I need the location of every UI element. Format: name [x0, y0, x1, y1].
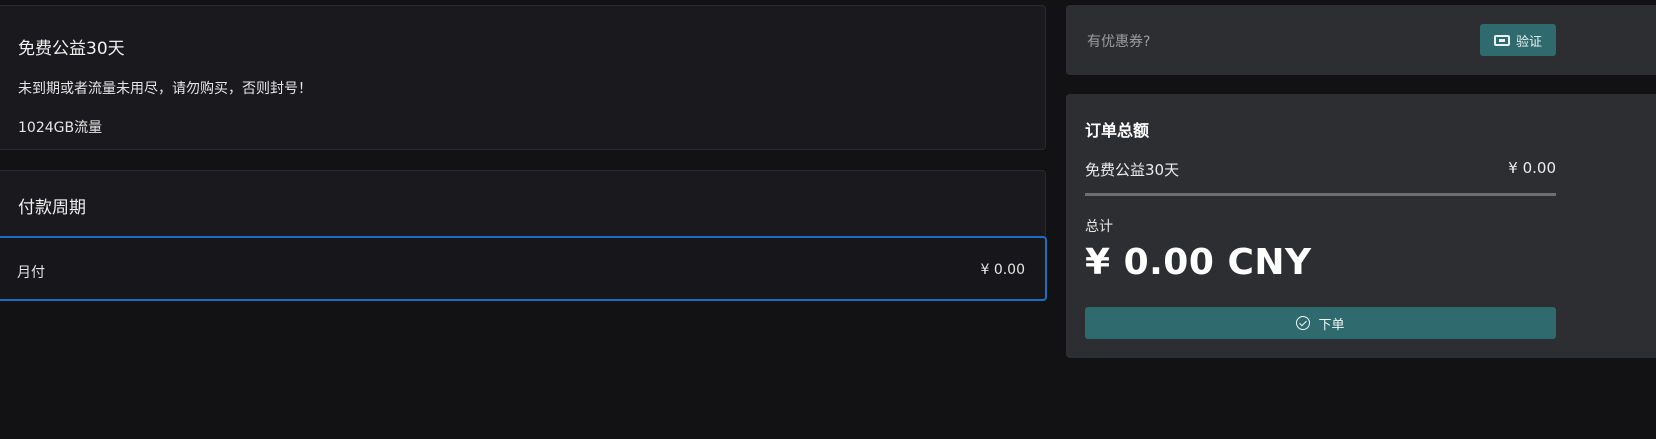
order-summary-title: 订单总额 [1085, 121, 1150, 140]
billing-period-title: 付款周期 [18, 198, 86, 218]
place-order-button[interactable]: 下单 [1085, 307, 1556, 339]
billing-option-price: ¥ 0.00 [980, 262, 1025, 278]
verify-coupon-button[interactable]: 验证 [1480, 24, 1556, 56]
check-circle-icon [1296, 316, 1311, 330]
order-item-name: 免费公益30天 [1085, 161, 1180, 179]
plan-title: 免费公益30天 [18, 39, 125, 59]
coupon-card: 有优惠券? 验证 [1066, 5, 1656, 75]
ticket-icon [1493, 34, 1510, 46]
order-item-price: ¥ 0.00 [1508, 159, 1556, 177]
plan-card: 免费公益30天 未到期或者流量未用尽，请勿购买，否则封号！ 1024GB流量 [0, 5, 1046, 150]
billing-option-monthly[interactable]: 月付 ¥ 0.00 [0, 236, 1047, 301]
total-amount: ¥ 0.00 CNY [1085, 242, 1312, 283]
plan-description: 未到期或者流量未用尽，请勿购买，否则封号！ [18, 81, 312, 97]
coupon-label[interactable]: 有优惠券? [1087, 31, 1150, 51]
billing-period-card: 付款周期 月付 ¥ 0.00 [0, 170, 1047, 301]
plan-traffic: 1024GB流量 [18, 120, 103, 136]
verify-button-label: 验证 [1515, 34, 1542, 50]
billing-option-label: 月付 [17, 265, 45, 281]
place-order-label: 下单 [1318, 317, 1345, 333]
summary-divider [1085, 193, 1556, 196]
total-label: 总计 [1085, 219, 1113, 235]
order-summary-card: 订单总额 免费公益30天 ¥ 0.00 总计 ¥ 0.00 CNY 下单 [1066, 94, 1656, 358]
